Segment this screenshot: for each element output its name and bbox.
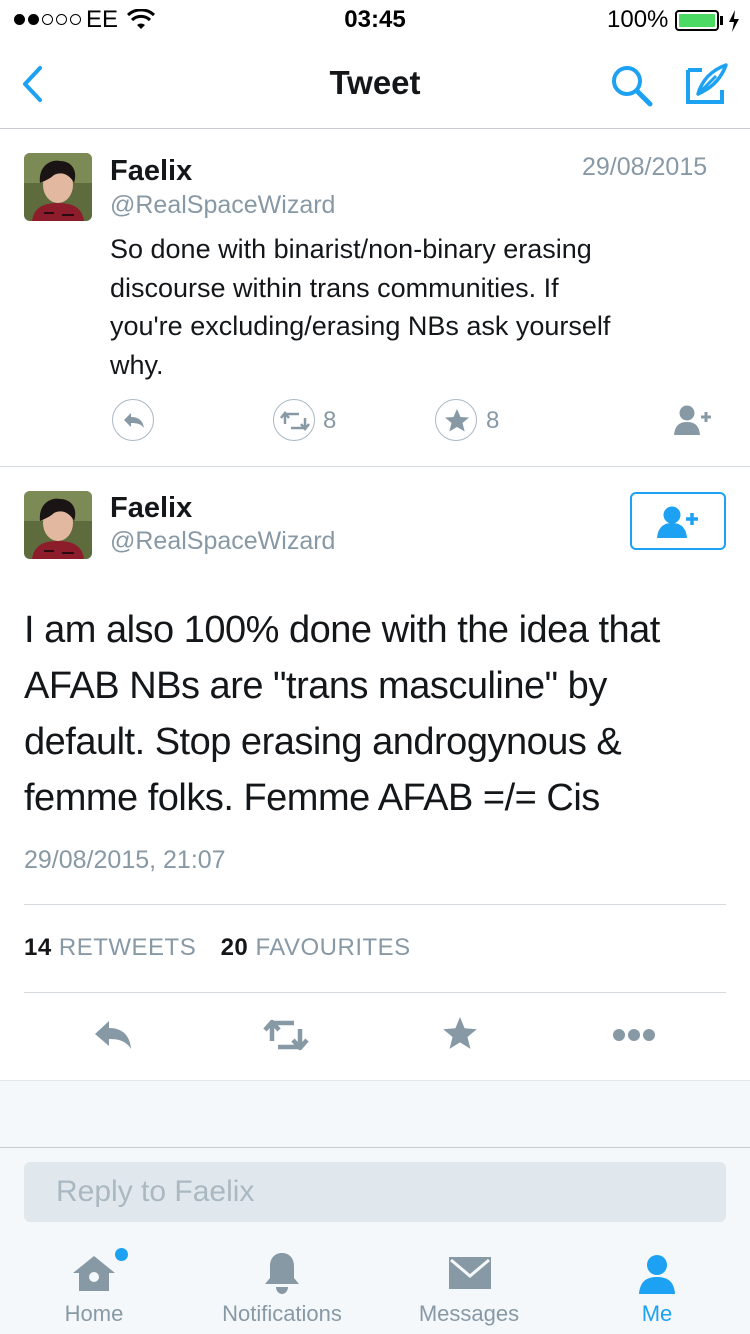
avatar-image bbox=[24, 153, 92, 221]
favourites-count: 20 bbox=[220, 934, 249, 961]
tab-home[interactable]: Home bbox=[14, 1301, 174, 1327]
tweet-timestamp: 29/08/2015, 21:07 bbox=[24, 846, 226, 874]
author-name[interactable]: Faelix bbox=[110, 155, 192, 188]
home-icon[interactable] bbox=[70, 1253, 118, 1293]
tab-messages[interactable]: Messages bbox=[389, 1301, 549, 1327]
envelope-icon[interactable] bbox=[448, 1256, 492, 1290]
search-icon[interactable] bbox=[610, 64, 654, 108]
spacer bbox=[0, 1080, 750, 1148]
unread-indicator bbox=[115, 1248, 128, 1261]
person-icon[interactable] bbox=[636, 1252, 678, 1296]
battery-icon bbox=[675, 10, 719, 31]
navigation-bar: Tweet bbox=[0, 40, 750, 129]
bell-icon[interactable] bbox=[262, 1250, 302, 1296]
retweets-label[interactable]: RETWEETS bbox=[59, 934, 196, 961]
tab-me[interactable]: Me bbox=[577, 1301, 737, 1327]
divider bbox=[24, 904, 726, 905]
reply-input[interactable]: Reply to Faelix bbox=[24, 1162, 726, 1222]
author-handle[interactable]: @RealSpaceWizard bbox=[110, 191, 335, 220]
retweet-icon[interactable] bbox=[262, 1017, 310, 1053]
star-icon[interactable] bbox=[442, 1016, 478, 1052]
engagement-stats: 14 RETWEETS 20 FAVOURITES bbox=[24, 934, 411, 962]
favourite-count: 8 bbox=[486, 407, 500, 434]
retweet-count: 8 bbox=[323, 407, 337, 434]
charging-icon bbox=[729, 10, 739, 32]
avatar[interactable] bbox=[24, 153, 92, 221]
avatar-image bbox=[24, 491, 92, 559]
follow-icon bbox=[657, 506, 698, 538]
reply-button[interactable] bbox=[112, 399, 154, 441]
avatar[interactable] bbox=[24, 491, 92, 559]
compose-icon[interactable] bbox=[684, 62, 730, 106]
retweet-icon bbox=[280, 410, 310, 432]
author-handle[interactable]: @RealSpaceWizard bbox=[110, 527, 335, 556]
star-icon bbox=[445, 409, 469, 432]
tweet-text: So done with binarist/non-binary erasing… bbox=[110, 234, 611, 380]
retweet-button[interactable] bbox=[273, 399, 315, 441]
battery-percent: 100% bbox=[607, 6, 669, 33]
more-options-icon[interactable] bbox=[612, 1027, 656, 1043]
divider bbox=[24, 992, 726, 993]
tweet-date: 29/08/2015 bbox=[582, 153, 708, 181]
divider bbox=[0, 466, 750, 467]
follow-icon[interactable] bbox=[672, 402, 714, 438]
author-name[interactable]: Faelix bbox=[110, 492, 192, 525]
reply-icon bbox=[124, 413, 144, 428]
reply-icon[interactable] bbox=[92, 1017, 134, 1053]
status-bar: EE 03:45 100% bbox=[0, 0, 750, 40]
favourites-label[interactable]: FAVOURITES bbox=[255, 934, 410, 961]
favourite-button[interactable] bbox=[435, 399, 477, 441]
follow-button[interactable] bbox=[630, 492, 726, 550]
tab-notifications[interactable]: Notifications bbox=[202, 1301, 362, 1327]
retweets-count: 14 bbox=[24, 934, 52, 961]
tweet-text: I am also 100% done with the idea that A… bbox=[24, 609, 660, 819]
